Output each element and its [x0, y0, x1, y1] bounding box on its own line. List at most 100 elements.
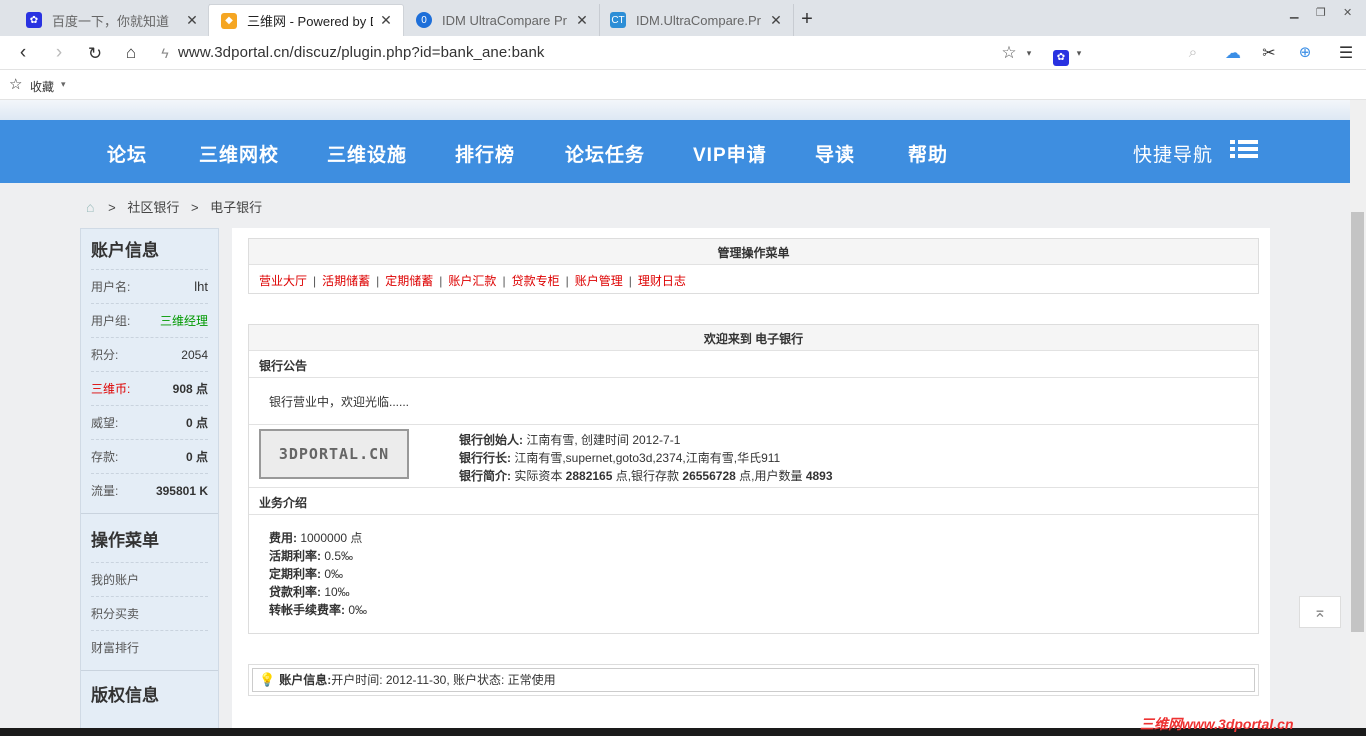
link-loans[interactable]: 贷款专柜 — [512, 274, 560, 288]
row-label: 存款: — [91, 450, 119, 464]
download-icon[interactable]: ⊕ — [1294, 43, 1316, 61]
nav-item-school[interactable]: 三维网校 — [199, 140, 279, 167]
watermark: 三维网www.3dportal.cn — [1140, 716, 1294, 732]
row-label: 三维币: — [91, 382, 131, 396]
separator: | — [628, 274, 632, 288]
restore-icon[interactable]: ❐ — [1316, 6, 1326, 19]
welcome-title: 欢迎来到 电子银行 — [249, 325, 1258, 351]
scrollbar-thumb[interactable] — [1351, 212, 1364, 632]
close-icon[interactable]: ✕ — [185, 12, 199, 29]
row-value[interactable]: 三维经理 — [160, 312, 208, 329]
founder-label: 银行创始人: — [459, 433, 523, 447]
tab-idm-2[interactable]: CT IDM.UltraCompare.Pr ✕ — [598, 4, 794, 36]
sidebar-menu-wealth-ranking[interactable]: 财富排行 — [91, 630, 208, 664]
copyright-title: 版权信息 — [91, 686, 159, 705]
link-demand-savings[interactable]: 活期储蓄 — [322, 274, 370, 288]
link-finance-log[interactable]: 理财日志 — [638, 274, 686, 288]
row-label: 威望: — [91, 416, 119, 430]
close-icon[interactable]: ✕ — [379, 12, 393, 29]
quick-nav-button[interactable]: 快捷导航 — [1133, 140, 1213, 167]
link-account-management[interactable]: 账户管理 — [575, 274, 623, 288]
baidu-paw-icon: ✿ — [26, 12, 42, 28]
star-icon[interactable]: ☆ — [998, 43, 1020, 63]
chevron-down-icon[interactable]: ▾ — [61, 79, 66, 90]
tab-title: IDM.UltraCompare.Pr — [636, 12, 761, 28]
account-info-title: 账户信息 — [91, 241, 159, 260]
nav-item-facilities[interactable]: 三维设施 — [327, 140, 407, 167]
bank-info-row: 3DPORTAL.CN 银行创始人: 江南有雪, 创建时间 2012-7-1 银… — [249, 425, 1258, 488]
reload-icon[interactable]: ↻ — [84, 44, 106, 64]
business-title: 业务介绍 — [249, 488, 1258, 515]
site-banner — [0, 100, 1350, 120]
nav-item-tasks[interactable]: 论坛任务 — [565, 140, 645, 167]
cloud-icon[interactable]: ☁ — [1222, 43, 1244, 63]
breadcrumb-community-bank[interactable]: 社区银行 — [127, 200, 179, 215]
tab-idm[interactable]: 0 IDM UltraCompare Pr ✕ — [404, 4, 600, 36]
back-to-top-button[interactable]: ⌅ — [1299, 596, 1341, 628]
chevron-down-icon[interactable]: ▾ — [1068, 48, 1090, 59]
president-label: 银行行长: — [459, 451, 511, 465]
3dportal-logo-icon: ◆ — [221, 12, 237, 29]
home-icon[interactable]: ⌂ — [86, 199, 94, 215]
list-menu-icon[interactable] — [1230, 138, 1258, 160]
lightning-icon: ϟ — [161, 45, 169, 61]
link-lobby[interactable]: 营业大厅 — [259, 274, 307, 288]
logo-text: 3DPORTAL.CN — [278, 445, 390, 463]
ct-logo-icon: CT — [610, 12, 626, 28]
demand-rate-value: 0.5‰ — [321, 549, 354, 563]
sidebar-row-prestige: 威望: 0 点 — [91, 405, 208, 439]
tab-3dportal[interactable]: ◆ 三维网 - Powered by D ✕ — [208, 4, 404, 36]
browser-tab-strip: ✿ 百度一下，你就知道 ✕ ◆ 三维网 - Powered by D ✕ 0 I… — [0, 0, 1366, 36]
bookmarks-menu[interactable]: 收藏 — [30, 78, 54, 95]
account-status-text: 开户时间: 2012-11-30, 账户状态: 正常使用 — [331, 673, 556, 687]
new-tab-button[interactable]: + — [796, 8, 818, 31]
sidebar-menu-my-account[interactable]: 我的账户 — [91, 562, 208, 596]
row-value: lht — [194, 279, 208, 294]
close-icon[interactable]: ✕ — [769, 12, 783, 29]
link-fixed-savings[interactable]: 定期储蓄 — [385, 274, 433, 288]
nav-item-vip[interactable]: VIP申请 — [693, 140, 767, 167]
close-window-icon[interactable]: ✕ — [1343, 6, 1352, 19]
star-icon: ☆ — [9, 76, 23, 93]
row-value: 0 点 — [185, 416, 208, 430]
nav-item-forum[interactable]: 论坛 — [107, 140, 147, 167]
row-value: 0 点 — [185, 450, 208, 464]
notice-title: 银行公告 — [249, 351, 1258, 378]
separator: | — [439, 274, 443, 288]
breadcrumb-ebank[interactable]: 电子银行 — [210, 200, 262, 215]
loan-rate-label: 贷款利率: — [269, 585, 321, 599]
operations-menu-title: 操作菜单 — [91, 531, 159, 550]
breadcrumb-separator: > — [190, 200, 199, 215]
separator: | — [502, 274, 506, 288]
home-icon[interactable]: ⌂ — [120, 43, 142, 63]
fixed-rate-label: 定期利率: — [269, 567, 321, 581]
loan-rate-value: 10‰ — [321, 585, 350, 599]
row-label: 流量: — [91, 484, 119, 498]
breadcrumb: ⌂ > 社区银行 > 电子银行 — [86, 197, 262, 216]
nav-item-guide[interactable]: 导读 — [815, 140, 855, 167]
deposits-value: 26556728 — [682, 469, 736, 483]
intro-label: 银行简介: — [459, 469, 511, 483]
scissors-icon[interactable]: ✂ — [1258, 43, 1280, 63]
tab-title: IDM UltraCompare Pr — [442, 12, 567, 28]
url-input[interactable]: www.3dportal.cn/discuz/plugin.php?id=ban… — [178, 44, 545, 61]
lightbulb-icon: 💡 — [259, 672, 276, 687]
forward-icon[interactable]: › — [48, 42, 70, 64]
nav-item-ranking[interactable]: 排行榜 — [455, 140, 515, 167]
tab-baidu[interactable]: ✿ 百度一下，你就知道 ✕ — [14, 4, 210, 36]
notice-text: 银行营业中，欢迎光临...... — [249, 378, 1258, 425]
nav-item-help[interactable]: 帮助 — [908, 140, 948, 167]
close-icon[interactable]: ✕ — [575, 12, 589, 29]
welcome-box: 欢迎来到 电子银行 银行公告 银行营业中，欢迎光临...... 3DPORTAL… — [248, 324, 1259, 634]
row-value: 395801 K — [155, 483, 208, 498]
link-remittance[interactable]: 账户汇款 — [448, 274, 496, 288]
address-toolbar: ‹ › ↻ ⌂ ϟ www.3dportal.cn/discuz/plugin.… — [0, 36, 1366, 70]
minimize-icon[interactable]: ▁ — [1290, 6, 1298, 19]
search-icon[interactable]: ⌕ — [1182, 44, 1204, 61]
chevron-down-icon[interactable]: ▾ — [1018, 48, 1040, 59]
separator: | — [313, 274, 317, 288]
sidebar-menu-points-trade[interactable]: 积分买卖 — [91, 596, 208, 630]
back-icon[interactable]: ‹ — [12, 42, 34, 64]
capital-value: 2882165 — [565, 469, 613, 483]
menu-icon[interactable]: ☰ — [1335, 43, 1357, 63]
